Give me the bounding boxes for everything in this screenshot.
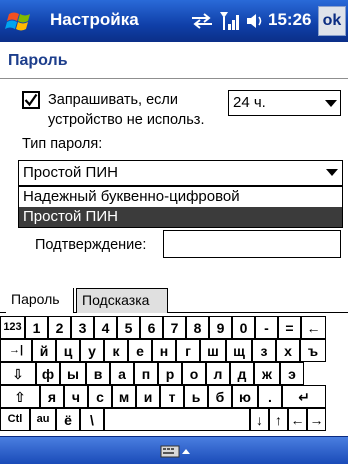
key-м[interactable]: м [112,385,136,408]
key-ь[interactable]: ь [184,385,208,408]
confirm-input[interactable] [163,230,341,258]
signal-icon[interactable] [219,10,241,32]
key-0[interactable]: 0 [232,316,255,339]
key-в[interactable]: в [86,362,110,385]
key-5[interactable]: 5 [117,316,140,339]
timeout-select[interactable]: 24 ч. [228,90,341,116]
key-ё[interactable]: ё [56,408,80,431]
key-caps-lock[interactable]: ⇩ [0,362,36,385]
confirm-label: Подтверждение: [35,237,147,253]
sync-icon[interactable] [190,12,214,30]
app-title: Настройка [50,10,139,29]
key-й[interactable]: й [32,339,56,362]
key-н[interactable]: н [152,339,176,362]
key-ctrl[interactable]: Ctl [0,408,30,431]
page-heading: Пароль [8,52,68,69]
soft-keyboard: 123 1 2 3 4 5 6 7 8 9 0 - = ← →| й ц у к… [0,316,348,435]
key-я[interactable]: я [40,385,64,408]
key-arrow-right[interactable]: → [307,408,326,431]
password-type-select[interactable]: Простой ПИН [18,160,343,186]
key-и[interactable]: и [136,385,160,408]
key-arrow-left[interactable]: ← [288,408,307,431]
key-6[interactable]: 6 [140,316,163,339]
volume-icon[interactable] [245,11,265,31]
key-period[interactable]: . [258,385,282,408]
key-accent[interactable]: au [30,408,56,431]
key-equals[interactable]: = [278,316,301,339]
key-backslash[interactable]: \ [80,408,104,431]
key-enter[interactable]: ↵ [282,385,326,408]
key-о[interactable]: о [182,362,206,385]
key-ф[interactable]: ф [36,362,60,385]
password-type-label: Тип пароля: [22,136,103,152]
key-ж[interactable]: ж [254,362,280,385]
chevron-down-icon [326,169,338,176]
key-9[interactable]: 9 [209,316,232,339]
key-ч[interactable]: ч [64,385,88,408]
timeout-value: 24 ч. [233,94,266,111]
key-к[interactable]: к [104,339,128,362]
key-2[interactable]: 2 [48,316,71,339]
key-р[interactable]: р [158,362,182,385]
option-simple-pin[interactable]: Простой ПИН [19,207,342,227]
key-з[interactable]: з [252,339,276,362]
key-х[interactable]: х [276,339,300,362]
start-button[interactable] [3,6,41,36]
key-ц[interactable]: ц [56,339,80,362]
key-ю[interactable]: ю [232,385,258,408]
tab-password[interactable]: Пароль [6,288,74,313]
key-ш[interactable]: ш [200,339,226,362]
key-8[interactable]: 8 [186,316,209,339]
key-д[interactable]: д [230,362,254,385]
key-е[interactable]: е [128,339,152,362]
tab-hint[interactable]: Подсказка [76,288,168,313]
key-э[interactable]: э [280,362,304,385]
prompt-checkbox-label[interactable]: Запрашивать, если устройство не использ. [48,90,223,130]
key-minus[interactable]: - [255,316,278,339]
title-bar: Настройка 15:26 ok [0,0,348,42]
heading-divider [0,78,348,79]
windows-flag-icon [5,12,30,31]
key-shift[interactable]: ⇧ [0,385,40,408]
input-panel-button[interactable] [160,442,192,460]
key-space[interactable] [104,408,250,431]
key-щ[interactable]: щ [226,339,252,362]
key-tab[interactable]: →| [0,339,32,362]
key-а[interactable]: а [110,362,134,385]
key-4[interactable]: 4 [94,316,117,339]
checkmark-icon [24,93,38,107]
password-type-value: Простой ПИН [23,164,118,181]
keyboard-icon [160,445,190,458]
key-л[interactable]: л [206,362,230,385]
key-у[interactable]: у [80,339,104,362]
key-п[interactable]: п [134,362,158,385]
key-с[interactable]: с [88,385,112,408]
key-г[interactable]: г [176,339,200,362]
option-strong-alphanumeric[interactable]: Надежный буквенно-цифровой [19,187,342,207]
key-123[interactable]: 123 [0,316,25,339]
key-1[interactable]: 1 [25,316,48,339]
chevron-down-icon [325,100,337,107]
key-ы[interactable]: ы [60,362,86,385]
key-3[interactable]: 3 [71,316,94,339]
key-б[interactable]: б [208,385,232,408]
key-arrow-up[interactable]: ↑ [269,408,288,431]
key-arrow-down[interactable]: ↓ [250,408,269,431]
key-backspace[interactable]: ← [301,316,326,339]
menu-bar [0,436,348,464]
password-type-list: Надежный буквенно-цифровой Простой ПИН [18,186,343,228]
key-т[interactable]: т [160,385,184,408]
clock[interactable]: 15:26 [268,10,311,30]
prompt-checkbox[interactable] [22,91,40,109]
dropdown-button[interactable] [322,161,342,185]
key-ъ[interactable]: ъ [300,339,326,362]
ok-button[interactable]: ok [318,6,346,36]
key-7[interactable]: 7 [163,316,186,339]
